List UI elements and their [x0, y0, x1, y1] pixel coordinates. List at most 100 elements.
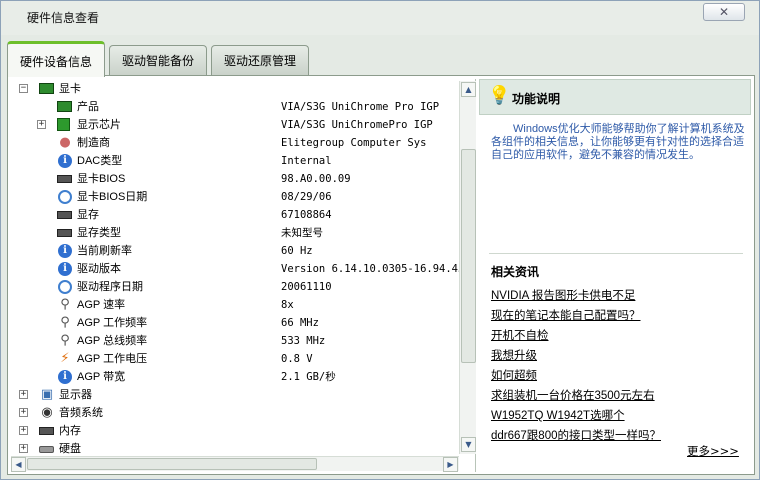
tree-node-audio[interactable]: + ◉ 音频系统 — [9, 404, 459, 422]
memory-chip-icon — [57, 229, 72, 237]
tab-bar: 硬件设备信息 驱动智能备份 驱动还原管理 — [7, 41, 317, 77]
news-link[interactable]: W1952TQ W1942T选哪个 — [491, 407, 625, 423]
magnifier-icon: ⚲ — [60, 315, 70, 330]
tab-driver-backup[interactable]: 驱动智能备份 — [109, 45, 207, 77]
function-description: Windows优化大师能够帮助你了解计算机系统及各组件的相关信息，让你能够更有针… — [491, 123, 745, 161]
prop-value: 60 Hz — [281, 245, 313, 257]
window-title: 硬件信息查看 — [27, 11, 100, 25]
tab-hardware-info[interactable]: 硬件设备信息 — [7, 41, 105, 77]
expand-toggle[interactable]: + — [19, 390, 28, 399]
news-link[interactable]: 现在的笔记本能自己配置吗？ — [491, 307, 641, 323]
prop-value: 533 MHz — [281, 335, 326, 347]
lightbulb-icon: 💡 — [488, 85, 511, 106]
title-bar: 硬件信息查看 ✕ — [1, 1, 759, 35]
tree-row[interactable]: 显存类型 未知型号 — [9, 224, 459, 242]
prop-value: 2.1 GB/秒 — [281, 371, 336, 383]
tree-node-display-card[interactable]: − 显卡 — [9, 80, 459, 98]
tree-row[interactable]: i AGP 带宽 2.1 GB/秒 — [9, 368, 459, 386]
speaker-icon: ◉ — [41, 405, 53, 420]
monitor-icon: ▣ — [40, 387, 54, 402]
tree-node-label: 音频系统 — [59, 407, 103, 419]
tree-node-memory[interactable]: + 内存 — [9, 422, 459, 440]
more-news-link[interactable]: 更多>>> — [687, 443, 739, 459]
collapse-toggle[interactable]: − — [19, 84, 28, 93]
prop-label: 制造商 — [77, 137, 110, 149]
tree-row[interactable]: 显卡BIOS日期 08/29/06 — [9, 188, 459, 206]
prop-label: 显卡BIOS日期 — [77, 191, 148, 203]
prop-value: 0.8 V — [281, 353, 313, 365]
info-panel: 💡 功能说明 Windows优化大师能够帮助你了解计算机系统及各组件的相关信息，… — [479, 79, 751, 474]
tab-driver-restore[interactable]: 驱动还原管理 — [211, 45, 309, 77]
prop-label: 显存类型 — [77, 227, 121, 239]
magnifier-icon: ⚲ — [60, 333, 70, 348]
vertical-scrollbar[interactable]: ▲ ▼ — [459, 81, 476, 454]
scroll-down-button[interactable]: ▼ — [461, 437, 476, 452]
clock-icon — [58, 190, 72, 204]
prop-value: 67108864 — [281, 209, 332, 221]
prop-value: Version 6.14.10.0305-16.94.45. — [281, 263, 471, 275]
tree-row[interactable]: ● 制造商 Elitegroup Computer Sys — [9, 134, 459, 152]
prop-value: 20061110 — [281, 281, 332, 293]
tree-row[interactable]: ⚲ AGP 工作频率 66 MHz — [9, 314, 459, 332]
prop-label: 产品 — [77, 101, 99, 113]
memory-icon — [39, 427, 54, 435]
prop-label: 显存 — [77, 209, 99, 221]
scroll-right-button[interactable]: ▶ — [443, 457, 458, 472]
news-link[interactable]: NVIDIA 报告图形卡供电不足 — [491, 287, 635, 303]
tree-row[interactable]: ⚲ AGP 总线频率 533 MHz — [9, 332, 459, 350]
info-icon: i — [58, 262, 72, 276]
app-window: 硬件信息查看 ✕ 硬件设备信息 驱动智能备份 驱动还原管理 − 显卡 产品 VI… — [0, 0, 760, 480]
expand-toggle[interactable]: + — [19, 408, 28, 417]
tree-row[interactable]: 驱动程序日期 20061110 — [9, 278, 459, 296]
news-link[interactable]: ddr667跟800的接口类型一样吗？ — [491, 427, 661, 443]
prop-value: VIA/S3G UniChrome Pro IGP — [281, 101, 440, 113]
prop-label: AGP 总线频率 — [77, 335, 148, 347]
prop-value: Elitegroup Computer Sys — [281, 137, 427, 149]
tree-node-label: 显示器 — [59, 389, 92, 401]
news-link[interactable]: 求组装机一台价格在3500元左右 — [491, 387, 655, 403]
hscroll-thumb[interactable] — [27, 458, 317, 470]
prop-value: 98.A0.00.09 — [281, 173, 351, 185]
horizontal-scrollbar[interactable]: ◀ ▶ — [11, 456, 459, 472]
tree-row[interactable]: 产品 VIA/S3G UniChrome Pro IGP — [9, 98, 459, 116]
memory-chip-icon — [57, 211, 72, 219]
prop-label: 驱动程序日期 — [77, 281, 143, 293]
voltage-icon: ⚡ — [60, 351, 70, 366]
tree-row[interactable]: i 当前刷新率 60 Hz — [9, 242, 459, 260]
prop-label: 显示芯片 — [77, 119, 121, 131]
prop-label: 驱动版本 — [77, 263, 121, 275]
info-icon: i — [58, 154, 72, 168]
graphics-card-icon — [39, 83, 54, 94]
divider — [489, 253, 743, 254]
info-icon: i — [58, 370, 72, 384]
close-button[interactable]: ✕ — [703, 3, 745, 21]
prop-value: 8x — [281, 299, 294, 311]
info-icon: i — [58, 244, 72, 258]
prop-value: VIA/S3G UniChromePro IGP — [281, 119, 433, 131]
tree-row[interactable]: ⚡ AGP 工作电压 0.8 V — [9, 350, 459, 368]
tree-row[interactable]: 显卡BIOS 98.A0.00.09 — [9, 170, 459, 188]
prop-label: 当前刷新率 — [77, 245, 132, 257]
function-header: 💡 功能说明 — [479, 79, 751, 115]
scroll-up-button[interactable]: ▲ — [461, 82, 476, 97]
tree-row[interactable]: 显存 67108864 — [9, 206, 459, 224]
tree-row[interactable]: i DAC类型 Internal — [9, 152, 459, 170]
news-link[interactable]: 我想升级 — [491, 347, 537, 363]
hardware-tree[interactable]: − 显卡 产品 VIA/S3G UniChrome Pro IGP + 显示芯片… — [9, 79, 476, 472]
tree-row[interactable]: ⚲ AGP 速率 8x — [9, 296, 459, 314]
expand-toggle[interactable]: + — [37, 120, 46, 129]
prop-value: 08/29/06 — [281, 191, 332, 203]
news-title: 相关资讯 — [491, 265, 540, 279]
tree-node-monitor[interactable]: + ▣ 显示器 — [9, 386, 459, 404]
expand-toggle[interactable]: + — [19, 426, 28, 435]
news-link[interactable]: 开机不自检 — [491, 327, 549, 343]
expand-toggle[interactable]: + — [19, 444, 28, 453]
news-link[interactable]: 如何超频 — [491, 367, 537, 383]
scroll-left-button[interactable]: ◀ — [11, 457, 26, 472]
tree-row[interactable]: i 驱动版本 Version 6.14.10.0305-16.94.45. — [9, 260, 471, 278]
scroll-thumb[interactable] — [461, 149, 476, 363]
tree-row[interactable]: + 显示芯片 VIA/S3G UniChromePro IGP — [9, 116, 459, 134]
magnifier-icon: ⚲ — [60, 297, 70, 312]
manufacturer-icon: ● — [59, 135, 71, 150]
prop-value: 未知型号 — [281, 227, 323, 239]
